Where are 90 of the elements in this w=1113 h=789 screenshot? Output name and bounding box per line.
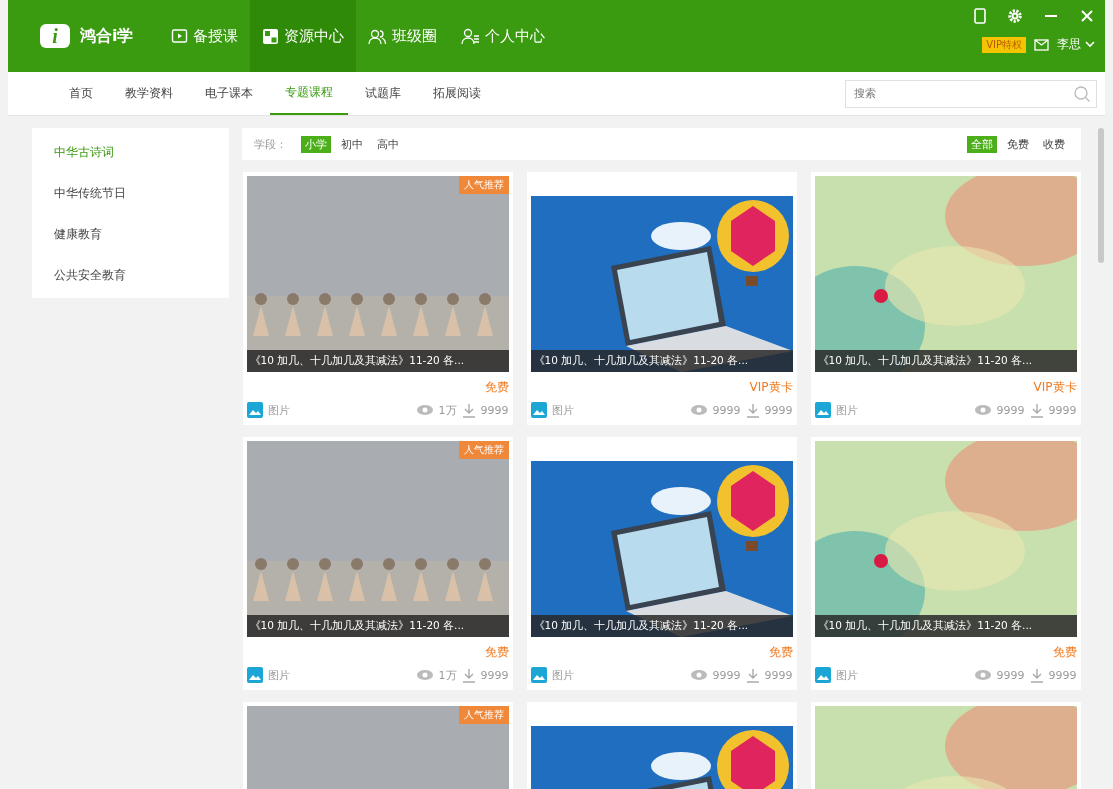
- resource-card[interactable]: 《10 加几、十几加几及其减法》11-20 各... 免费 图片 9999 9999: [810, 437, 1081, 690]
- sub-tab[interactable]: 首页: [54, 72, 108, 115]
- eye-icon: [415, 669, 434, 681]
- download-count: 9999: [764, 668, 793, 682]
- grid-icon: [262, 27, 280, 45]
- sub-tab[interactable]: 电子课本: [190, 72, 268, 115]
- phone-icon[interactable]: [973, 8, 987, 24]
- price-label: 免费: [767, 644, 793, 661]
- download-icon: [461, 667, 476, 683]
- stage-filter[interactable]: 高中: [372, 135, 403, 153]
- download-icon: [1029, 667, 1044, 683]
- resource-card[interactable]: 《10 加几、十几加几及其减法》11-20 各... 免费 图片 9999 9999: [526, 437, 797, 690]
- caret-icon: [1085, 41, 1095, 48]
- price-label: VIP黄卡: [748, 379, 793, 396]
- search-field[interactable]: 搜索: [845, 79, 1097, 108]
- price-label: VIP黄卡: [1032, 379, 1077, 396]
- image-icon: [814, 402, 831, 418]
- eye-icon: [689, 404, 708, 416]
- price-label: 免费: [483, 379, 509, 396]
- type-label: 图片: [835, 667, 858, 683]
- type-label: 图片: [267, 402, 290, 418]
- play-screen-icon: [171, 27, 189, 45]
- app-logo: i: [40, 24, 70, 48]
- search-icon[interactable]: [1073, 84, 1091, 103]
- filter-label: 学段：: [253, 136, 287, 152]
- mail-icon[interactable]: [1034, 38, 1049, 51]
- sub-tab[interactable]: 专题课程: [270, 72, 348, 115]
- eye-icon: [973, 404, 992, 416]
- resource-card[interactable]: 人气推荐 《10 加几、十几加几及其减法》11-20 各... 免费 图片 1万 9999: [242, 172, 513, 425]
- image-icon: [246, 402, 263, 418]
- settings-icon[interactable]: [1007, 8, 1023, 24]
- eye-icon: [415, 404, 434, 416]
- people-icon: [368, 27, 388, 45]
- image-icon: [814, 667, 831, 683]
- category-item[interactable]: 中华古诗词: [32, 132, 229, 173]
- stage-filter[interactable]: 初中: [336, 135, 367, 153]
- nav-tab[interactable]: 班级圈: [356, 0, 450, 72]
- close-icon[interactable]: [1079, 8, 1095, 24]
- nav-tab[interactable]: 个人中心: [449, 0, 558, 72]
- person-icon: [461, 27, 481, 45]
- nav-tab[interactable]: 资源中心: [250, 0, 357, 72]
- resource-card[interactable]: 人气推荐 《10 加几、十几加几及其减法》11-20 各... 免费 图片 1万 9999: [242, 437, 513, 690]
- view-count: 9999: [996, 668, 1025, 682]
- download-icon: [461, 402, 476, 418]
- category-item[interactable]: 公共安全教育: [32, 255, 229, 296]
- download-icon: [745, 402, 760, 418]
- popular-badge: 人气推荐: [458, 176, 509, 194]
- resource-card[interactable]: 《10 加几、十几加几及其减法》11-20 各... VIP黄卡 图片 9999 9999: [810, 172, 1081, 425]
- eye-icon: [689, 669, 708, 681]
- card-title: 《10 加几、十几加几及其减法》11-20 各...: [814, 350, 1077, 372]
- view-count: 9999: [712, 668, 741, 682]
- type-label: 图片: [835, 402, 858, 418]
- nav-tab[interactable]: 备授课: [159, 0, 251, 72]
- card-title: 《10 加几、十几加几及其减法》11-20 各...: [246, 615, 509, 637]
- download-icon: [1029, 402, 1044, 418]
- download-count: 9999: [480, 668, 509, 682]
- image-icon: [246, 667, 263, 683]
- download-count: 9999: [764, 403, 793, 417]
- card-title: 《10 加几、十几加几及其减法》11-20 各...: [814, 615, 1077, 637]
- download-icon: [745, 667, 760, 683]
- type-label: 图片: [551, 402, 574, 418]
- resource-card[interactable]: 《10 加几、十几加几及其减法》11-20 各... VIP黄卡 图片 9999 9999: [526, 172, 797, 425]
- image-icon: [530, 667, 547, 683]
- popular-badge: 人气推荐: [458, 706, 509, 724]
- category-item[interactable]: 中华传统节日: [32, 173, 229, 214]
- sub-tab[interactable]: 教学资料: [110, 72, 188, 115]
- price-label: 免费: [483, 644, 509, 661]
- sub-tab[interactable]: 试题库: [350, 72, 416, 115]
- price-label: 免费: [1051, 644, 1077, 661]
- app-name: 鸿合i学: [80, 25, 134, 47]
- sub-tab[interactable]: 拓展阅读: [418, 72, 496, 115]
- view-count: 9999: [996, 403, 1025, 417]
- eye-icon: [973, 669, 992, 681]
- user-menu[interactable]: 李思: [1057, 36, 1095, 53]
- download-count: 9999: [1048, 668, 1077, 682]
- view-count: 1万: [438, 667, 457, 683]
- card-title: 《10 加几、十几加几及其减法》11-20 各...: [530, 615, 793, 637]
- price-filter[interactable]: 免费: [1002, 135, 1033, 153]
- type-label: 图片: [267, 667, 290, 683]
- image-icon: [530, 402, 547, 418]
- category-item[interactable]: 健康教育: [32, 214, 229, 255]
- download-count: 9999: [1048, 403, 1077, 417]
- view-count: 9999: [712, 403, 741, 417]
- price-filter[interactable]: 收费: [1038, 135, 1069, 153]
- popular-badge: 人气推荐: [458, 441, 509, 459]
- card-title: 《10 加几、十几加几及其减法》11-20 各...: [246, 350, 509, 372]
- view-count: 1万: [438, 402, 457, 418]
- download-count: 9999: [480, 403, 509, 417]
- type-label: 图片: [551, 667, 574, 683]
- card-title: 《10 加几、十几加几及其减法》11-20 各...: [530, 350, 793, 372]
